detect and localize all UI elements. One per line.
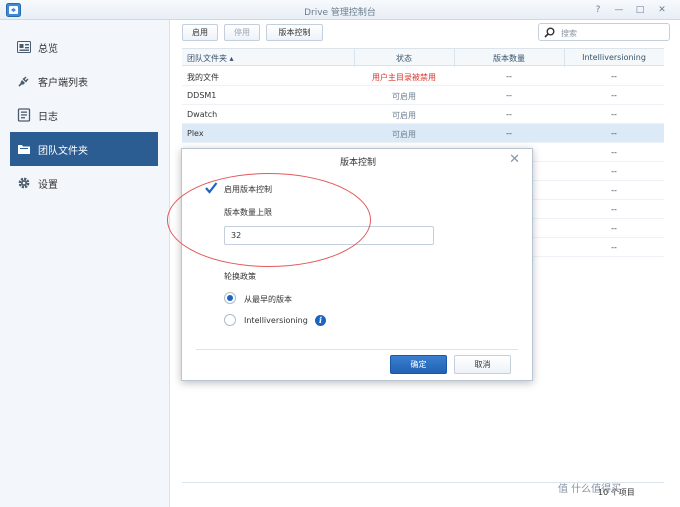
- intelliversioning-cell: --: [611, 91, 617, 100]
- column-header-version-count[interactable]: 版本数量: [454, 53, 564, 64]
- policy-intelliversioning-label: Intelliversioning: [244, 316, 308, 325]
- enable-button[interactable]: 启用: [182, 24, 218, 41]
- search-placeholder: 搜索: [561, 29, 577, 38]
- intelliversioning-cell: --: [611, 186, 617, 195]
- version-count-cell: --: [506, 129, 512, 138]
- column-header-intelliversioning[interactable]: Intelliversioning: [564, 53, 664, 62]
- search-input[interactable]: 搜索: [538, 23, 670, 41]
- sidebar-item-overview[interactable]: 总览: [10, 30, 158, 64]
- policy-oldest-radio[interactable]: [224, 292, 236, 304]
- intelliversioning-cell: --: [611, 148, 617, 157]
- info-icon[interactable]: i: [315, 315, 326, 326]
- folder-icon: [16, 141, 32, 157]
- title-bar: Drive 管理控制台 ? — □ ✕: [0, 0, 680, 20]
- sidebar-item-log[interactable]: 日志: [10, 98, 158, 132]
- version-count-cell: --: [506, 91, 512, 100]
- version-limit-label: 版本数量上限: [224, 208, 272, 217]
- table-row[interactable]: DDSM1 可启用 -- --: [182, 86, 664, 105]
- intelliversioning-cell: --: [611, 167, 617, 176]
- column-header-status[interactable]: 状态: [354, 53, 454, 64]
- enable-version-control-checkbox[interactable]: [204, 181, 218, 195]
- status-cell: 用户主目录被禁用: [372, 73, 436, 82]
- folder-name-cell: 我的文件: [187, 73, 219, 82]
- version-control-dialog: 版本控制 ✕ 启用版本控制 版本数量上限 32 轮换政策 从最早的版本 Inte…: [181, 148, 533, 381]
- folder-name-cell: Plex: [187, 129, 204, 138]
- sidebar-item-label: 总览: [38, 43, 58, 55]
- policy-intelliversioning-radio[interactable]: [224, 314, 236, 326]
- cancel-button[interactable]: 取消: [454, 355, 511, 374]
- disable-button[interactable]: 停用: [224, 24, 260, 41]
- intelliversioning-cell: --: [611, 110, 617, 119]
- sidebar-item-team-folder[interactable]: 团队文件夹: [10, 132, 158, 166]
- watermark: 值 什么值得买: [558, 484, 622, 495]
- sidebar-item-label: 设置: [38, 179, 58, 191]
- intelliversioning-cell: --: [611, 224, 617, 233]
- intelliversioning-cell: --: [611, 243, 617, 252]
- close-icon[interactable]: ✕: [509, 152, 520, 167]
- dialog-divider: [196, 349, 518, 350]
- rotation-policy-label: 轮换政策: [224, 272, 256, 281]
- version-limit-value: 32: [231, 231, 242, 240]
- sidebar-item-label: 团队文件夹: [38, 145, 88, 157]
- sidebar-item-label: 客户端列表: [38, 77, 88, 89]
- search-icon: [544, 27, 555, 40]
- gear-icon: [16, 175, 32, 191]
- folder-name-cell: DDSM1: [187, 91, 217, 100]
- version-limit-field[interactable]: 32: [224, 226, 434, 245]
- minimize-button[interactable]: —: [612, 3, 626, 17]
- table-row[interactable]: 我的文件 用户主目录被禁用 -- --: [182, 67, 664, 86]
- intelliversioning-cell: --: [611, 72, 617, 81]
- window-title: Drive 管理控制台: [304, 8, 376, 18]
- table-header: 团队文件夹 ▴ 状态 版本数量 Intelliversioning: [182, 48, 664, 67]
- overview-icon: [16, 39, 32, 55]
- policy-oldest-label: 从最早的版本: [244, 295, 292, 304]
- status-cell: 可启用: [392, 111, 416, 120]
- version-control-button[interactable]: 版本控制: [266, 24, 323, 41]
- table-row[interactable]: Plex 可启用 -- --: [182, 124, 664, 143]
- sidebar: 总览 客户端列表 日志 团队文件夹 设置: [0, 20, 170, 507]
- folder-name-cell: Dwatch: [187, 110, 218, 119]
- table-row[interactable]: Dwatch 可启用 -- --: [182, 105, 664, 124]
- version-count-cell: --: [506, 72, 512, 81]
- plug-icon: [16, 73, 32, 89]
- confirm-button[interactable]: 确定: [390, 355, 447, 374]
- enable-version-control-label: 启用版本控制: [224, 185, 272, 194]
- version-count-cell: --: [506, 110, 512, 119]
- dialog-title: 版本控制: [339, 158, 376, 168]
- status-cell: 可启用: [392, 130, 416, 139]
- status-cell: 可启用: [392, 92, 416, 101]
- intelliversioning-cell: --: [611, 205, 617, 214]
- intelliversioning-cell: --: [611, 129, 617, 138]
- log-icon: [16, 107, 32, 123]
- sidebar-item-settings[interactable]: 设置: [10, 166, 158, 200]
- help-button[interactable]: ?: [591, 3, 605, 17]
- sidebar-item-label: 日志: [38, 111, 58, 123]
- column-header-team-folder[interactable]: 团队文件夹 ▴: [187, 53, 234, 64]
- sidebar-item-client-list[interactable]: 客户端列表: [10, 64, 158, 98]
- close-window-button[interactable]: ✕: [655, 3, 669, 17]
- maximize-button[interactable]: □: [633, 3, 647, 17]
